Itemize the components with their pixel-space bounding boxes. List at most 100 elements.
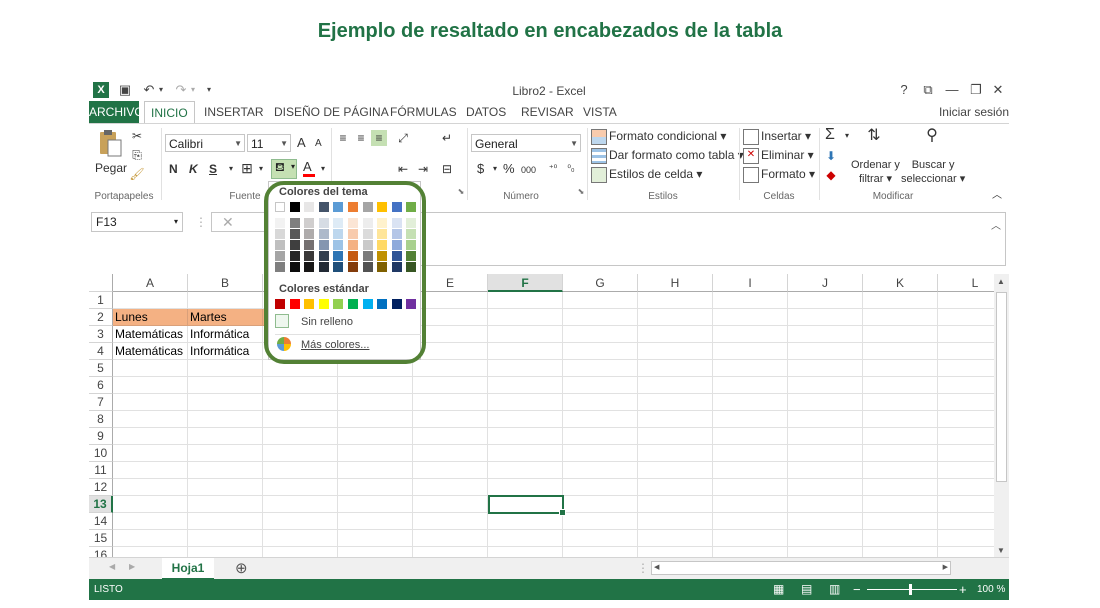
cell-c6[interactable] <box>263 377 338 394</box>
cell-f9[interactable] <box>488 428 563 445</box>
cell-b4[interactable]: Informática <box>188 343 263 360</box>
cell-c12[interactable] <box>263 479 338 496</box>
column-header[interactable]: K <box>863 274 938 292</box>
row-header[interactable]: 16 <box>89 547 113 557</box>
more-colors-option[interactable]: Más colores... <box>301 339 369 351</box>
theme-shade-swatch[interactable] <box>275 229 285 239</box>
cell-a4[interactable]: Matemáticas <box>113 343 188 360</box>
restore-icon[interactable]: ❐ <box>967 82 985 98</box>
scroll-up-icon[interactable]: ▲ <box>997 277 1005 286</box>
row-header[interactable]: 1 <box>89 292 113 309</box>
cell-k16[interactable] <box>863 547 938 557</box>
row-header[interactable]: 12 <box>89 479 113 496</box>
sort-filter-icon[interactable]: ⇅ <box>861 128 887 152</box>
cell-j4[interactable] <box>788 343 863 360</box>
cell-styles-button[interactable]: Estilos de celda ▾ <box>591 166 702 183</box>
cell-b2[interactable]: Martes <box>188 309 263 326</box>
format-cells-button[interactable]: Formato ▾ <box>743 166 815 183</box>
theme-shade-swatch[interactable] <box>391 262 402 272</box>
cell-g4[interactable] <box>563 343 638 360</box>
cell-i7[interactable] <box>713 394 788 411</box>
cell-g10[interactable] <box>563 445 638 462</box>
ribbon-display-icon[interactable]: ⧉ <box>919 82 937 98</box>
cell-a9[interactable] <box>113 428 188 445</box>
scroll-thumb[interactable] <box>996 292 1007 482</box>
theme-color-swatch[interactable] <box>406 202 417 212</box>
cell-f3[interactable] <box>488 326 563 343</box>
cell-e6[interactable] <box>413 377 488 394</box>
theme-shade-swatch[interactable] <box>406 240 417 250</box>
cell-e10[interactable] <box>413 445 488 462</box>
tab-vista[interactable]: VISTA <box>577 101 623 123</box>
theme-color-swatch[interactable] <box>289 202 300 212</box>
theme-shade-swatch[interactable] <box>377 251 388 261</box>
cell-b1[interactable] <box>188 292 263 309</box>
cell-e14[interactable] <box>413 513 488 530</box>
theme-color-swatch[interactable] <box>318 202 329 212</box>
standard-color-swatch[interactable] <box>362 299 373 309</box>
cell-l3[interactable] <box>938 326 994 343</box>
bold-button[interactable]: N <box>169 161 178 177</box>
standard-color-swatch[interactable] <box>275 299 285 309</box>
normal-view-icon[interactable]: ▦ <box>773 579 784 600</box>
cell-h13[interactable] <box>638 496 713 513</box>
column-header[interactable]: I <box>713 274 788 292</box>
cell-f1[interactable] <box>488 292 563 309</box>
merge-center-icon[interactable]: ⊟ <box>439 161 455 177</box>
cell-e15[interactable] <box>413 530 488 547</box>
scroll-down-icon[interactable]: ▼ <box>997 546 1005 555</box>
cell-h12[interactable] <box>638 479 713 496</box>
format-painter-icon[interactable]: 🖌 <box>129 166 145 182</box>
minimize-button[interactable]: — <box>943 82 961 98</box>
cell-b16[interactable] <box>188 547 263 557</box>
cell-c10[interactable] <box>263 445 338 462</box>
cell-h14[interactable] <box>638 513 713 530</box>
cell-a2[interactable]: Lunes <box>113 309 188 326</box>
cell-h15[interactable] <box>638 530 713 547</box>
cell-f8[interactable] <box>488 411 563 428</box>
cell-h1[interactable] <box>638 292 713 309</box>
cell-h3[interactable] <box>638 326 713 343</box>
cell-h8[interactable] <box>638 411 713 428</box>
cell-b6[interactable] <box>188 377 263 394</box>
cell-l8[interactable] <box>938 411 994 428</box>
theme-color-swatch[interactable] <box>304 202 315 212</box>
paste-icon[interactable] <box>97 128 123 158</box>
cell-g9[interactable] <box>563 428 638 445</box>
number-format-combo[interactable]: General ▼ <box>471 134 581 152</box>
underline-dropdown-icon[interactable]: ▾ <box>223 161 239 177</box>
cell-i4[interactable] <box>713 343 788 360</box>
cell-g12[interactable] <box>563 479 638 496</box>
cell-k7[interactable] <box>863 394 938 411</box>
theme-color-swatch[interactable] <box>362 202 373 212</box>
theme-shade-swatch[interactable] <box>275 218 285 228</box>
theme-shade-swatch[interactable] <box>333 229 344 239</box>
clear-icon[interactable]: ◆ <box>823 167 839 183</box>
delete-cells-button[interactable]: ✕ Eliminar ▾ <box>743 147 814 164</box>
row-header[interactable]: 8 <box>89 411 113 428</box>
cell-j1[interactable] <box>788 292 863 309</box>
font-name-combo[interactable]: Calibri ▼ <box>165 134 245 152</box>
cell-a8[interactable] <box>113 411 188 428</box>
copy-icon[interactable]: ⎘ <box>129 147 145 163</box>
cell-a16[interactable] <box>113 547 188 557</box>
zoom-in-button[interactable]: + <box>959 579 967 600</box>
cell-g5[interactable] <box>563 360 638 377</box>
tab-revisar[interactable]: REVISAR <box>515 101 580 123</box>
cell-e9[interactable] <box>413 428 488 445</box>
cell-g3[interactable] <box>563 326 638 343</box>
cell-d12[interactable] <box>338 479 413 496</box>
cell-g16[interactable] <box>563 547 638 557</box>
page-layout-view-icon[interactable]: ▤ <box>801 579 812 600</box>
column-header[interactable]: B <box>188 274 263 292</box>
grow-font-button[interactable]: A <box>297 135 306 151</box>
theme-shade-swatch[interactable] <box>304 218 315 228</box>
cell-d10[interactable] <box>338 445 413 462</box>
cell-b5[interactable] <box>188 360 263 377</box>
font-color-icon[interactable]: A <box>303 159 315 177</box>
cell-c13[interactable] <box>263 496 338 513</box>
cell-h6[interactable] <box>638 377 713 394</box>
theme-shade-swatch[interactable] <box>333 240 344 250</box>
cell-i8[interactable] <box>713 411 788 428</box>
theme-shade-swatch[interactable] <box>391 229 402 239</box>
